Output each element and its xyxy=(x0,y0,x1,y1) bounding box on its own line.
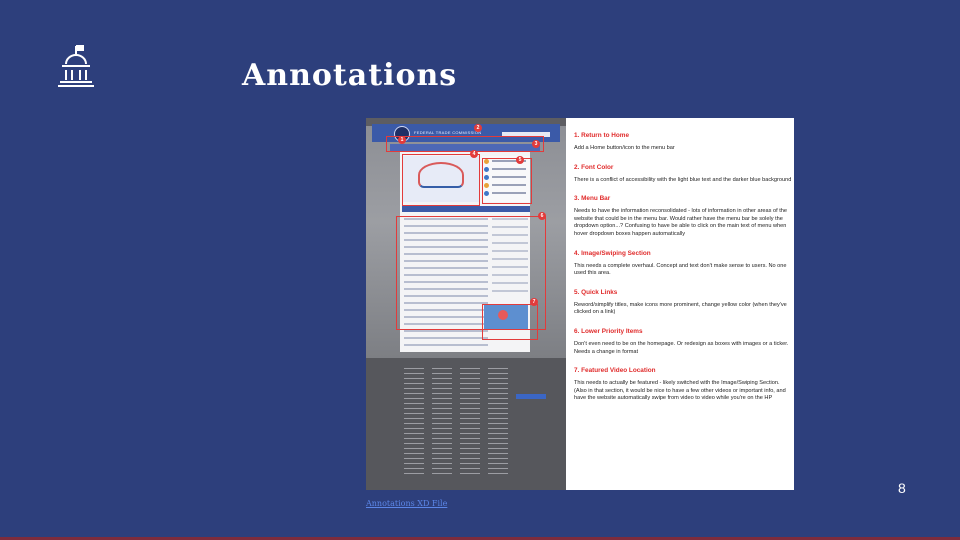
note-heading: 2. Font Color xyxy=(574,163,614,171)
note-body: There is a conflict of accessibility wit… xyxy=(574,176,792,183)
annotation-badge: 3 xyxy=(532,140,540,148)
capitol-building-icon xyxy=(58,45,94,87)
annotation-box-swiping xyxy=(402,154,480,206)
note-heading: 3. Menu Bar xyxy=(574,195,611,203)
annotation-badge: 5 xyxy=(516,156,524,164)
note-body: Don't even need to be on the homepage. O… xyxy=(574,340,789,355)
annotation-box-video xyxy=(482,304,538,340)
annotations-xd-file-link[interactable]: Annotations XD File xyxy=(366,499,447,508)
footer-button xyxy=(516,394,546,399)
site-section-strip xyxy=(402,206,530,212)
annotation-badge: 2 xyxy=(474,124,482,132)
annotation-box-quick-links xyxy=(482,158,532,204)
note-heading: 5. Quick Links xyxy=(574,288,618,296)
annotation-badge: 7 xyxy=(530,298,538,306)
note-body: Reword/simplify titles, make icons more … xyxy=(574,301,787,316)
note-body: This needs to actually be featured - lik… xyxy=(574,380,786,402)
annotation-box-menu xyxy=(386,136,544,152)
slide: Annotations FEDERAL TRADE COMMISSION 1 2… xyxy=(0,0,960,540)
annotation-badge: 1 xyxy=(398,136,406,144)
footer-column xyxy=(460,368,480,478)
page-number: 8 xyxy=(898,480,906,496)
note-heading: 4. Image/Swiping Section xyxy=(574,249,651,257)
site-brand: FEDERAL TRADE COMMISSION xyxy=(414,130,482,135)
note-body: This needs a complete overhaul. Concept … xyxy=(574,262,787,277)
note-body: Needs to have the information reconsolid… xyxy=(574,208,787,237)
annotation-notes: 1. Return to Home Add a Home button/icon… xyxy=(574,132,792,414)
footer-column xyxy=(432,368,452,478)
note-body: Add a Home button/icon to the menu bar xyxy=(574,145,675,151)
note-heading: 7. Featured Video Location xyxy=(574,367,656,375)
slide-title: Annotations xyxy=(242,58,458,93)
footer-column xyxy=(404,368,424,478)
website-screenshot: FEDERAL TRADE COMMISSION 1 2 3 4 5 6 7 xyxy=(366,118,566,490)
annotations-panel: FEDERAL TRADE COMMISSION 1 2 3 4 5 6 7 1… xyxy=(366,118,794,490)
annotation-badge: 6 xyxy=(538,212,546,220)
note-heading: 1. Return to Home xyxy=(574,132,630,139)
note-heading: 6. Lower Priority Items xyxy=(574,327,643,335)
annotation-badge: 4 xyxy=(470,150,478,158)
footer-column xyxy=(488,368,508,478)
